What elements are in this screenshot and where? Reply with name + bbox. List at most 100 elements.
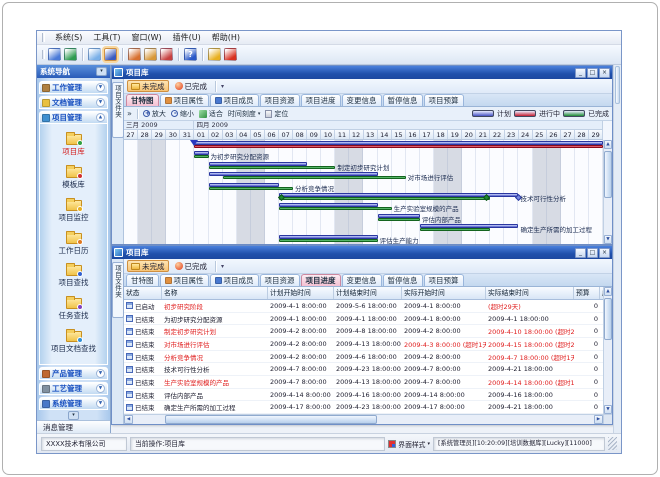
tab-project-resources[interactable]: 项目资源 <box>260 94 300 106</box>
sidebar-section-process-management[interactable]: 工艺管理▼ <box>39 382 108 395</box>
interface-style-button[interactable]: 界面样式 ▾ <box>388 439 430 449</box>
tab-project-budget[interactable]: 项目预算 <box>424 94 464 106</box>
chevron-down-icon[interactable]: ▼ <box>96 369 105 378</box>
maximize-button[interactable]: □ <box>587 248 598 258</box>
report-remove-icon[interactable] <box>160 48 173 61</box>
sidebar-section-document-management[interactable]: 文档管理▼ <box>39 96 108 109</box>
filter-unfinished-button[interactable]: 未完成 <box>127 80 169 92</box>
gantt-row[interactable]: 制定初步研究计划 <box>124 161 603 171</box>
report-add-icon[interactable] <box>128 48 141 61</box>
project-folder-tab[interactable]: 项目文件夹 <box>112 82 124 138</box>
filter-unfinished-button[interactable]: 未完成 <box>127 260 169 272</box>
gantt-row[interactable]: 确定生产所需的加工过程 <box>124 223 603 233</box>
table-row[interactable]: 已结束确定生产所需的加工过程2009-4-17 8:00:002009-4-23… <box>124 401 603 414</box>
sidebar-section-work-management[interactable]: 工作管理▼ <box>39 81 108 94</box>
maximize-button[interactable]: □ <box>587 68 598 78</box>
column-header[interactable]: 计划结束时间 <box>334 287 402 299</box>
exit-icon[interactable] <box>224 48 237 61</box>
help-icon[interactable]: ? <box>184 48 197 61</box>
tab-pause-info[interactable]: 暂停信息 <box>383 94 423 106</box>
project-folder-tab[interactable]: 项目文件夹 <box>112 262 124 318</box>
gantt-row[interactable] <box>124 140 603 150</box>
table-vscrollbar[interactable]: ▲▼ <box>603 287 612 414</box>
tab-gantt-chart[interactable]: 甘特图 <box>126 94 159 106</box>
globe-icon[interactable] <box>64 48 77 61</box>
menu-item[interactable]: 帮助(H) <box>211 32 241 43</box>
tab-pause-info[interactable]: 暂停信息 <box>383 274 423 286</box>
gantt-row[interactable]: 评估内部产品 <box>124 213 603 223</box>
chevron-down-icon[interactable]: ▼ <box>96 384 105 393</box>
column-header[interactable]: 预算 <box>574 287 600 299</box>
gantt-row[interactable]: 技术可行性分析 <box>124 192 603 202</box>
table-row[interactable]: 已结束评估内部产品2009-4-14 8:00:002009-4-16 18:0… <box>124 389 603 402</box>
gantt-row[interactable]: 为初步研究分配资源 <box>124 150 603 160</box>
table-hscrollbar[interactable]: ◀▶ <box>124 414 612 424</box>
gantt-window-titlebar[interactable]: 项目库_□× <box>112 66 612 79</box>
filter-overflow-button[interactable]: ▾ <box>221 83 224 90</box>
column-header[interactable]: 名称 <box>162 287 268 299</box>
chevron-up-icon[interactable]: ▲ <box>96 113 105 122</box>
tab-message-management[interactable]: 消息管理 <box>37 420 110 433</box>
tab-project-progress[interactable]: 项目进度 <box>301 274 341 286</box>
tab-project-progress[interactable]: 项目进度 <box>301 94 341 106</box>
sidebar-section-project-management[interactable]: 项目管理▲ <box>39 111 108 124</box>
sidebar-item-work-calendar[interactable]: 工作日历 <box>59 233 89 256</box>
scroll-up-icon[interactable]: ▲ <box>604 287 612 296</box>
menu-item[interactable]: 窗口(W) <box>130 32 162 43</box>
tab-project-members[interactable]: 项目成员 <box>210 274 259 286</box>
locate-button[interactable]: 定位 <box>265 109 288 119</box>
open-folder-icon[interactable] <box>88 48 101 61</box>
menu-item[interactable]: 系统(S) <box>54 32 83 43</box>
monitor-icon[interactable] <box>48 48 61 61</box>
toolbar-overflow-button[interactable]: » <box>127 109 132 118</box>
gantt-row[interactable]: 对市场进行评估 <box>124 171 603 181</box>
sidebar-item-project-search[interactable]: 项目查找 <box>59 265 89 288</box>
time-scale-button[interactable]: 时间刻度 ▾ <box>228 109 261 119</box>
close-button[interactable]: × <box>599 248 610 258</box>
minimize-button[interactable]: _ <box>575 248 586 258</box>
tab-gantt-chart[interactable]: 甘特图 <box>126 274 159 286</box>
sidebar-collapse-button[interactable]: ▾ <box>96 67 107 76</box>
column-header[interactable]: 状态 <box>124 287 162 299</box>
column-header[interactable]: 计划开始时间 <box>268 287 334 299</box>
scroll-left-icon[interactable]: ◀ <box>124 415 133 424</box>
report-edit-icon[interactable] <box>144 48 157 61</box>
table-row[interactable]: 已启动初步研究阶段2009-4-1 8:00:002009-5-6 18:00:… <box>124 300 603 313</box>
sidebar-item-template-library[interactable]: 模板库 <box>62 167 85 190</box>
scroll-up-icon[interactable]: ▲ <box>604 140 612 149</box>
sidebar-item-project-monitor[interactable]: 项目监控 <box>59 200 89 223</box>
scroll-right-icon[interactable]: ▶ <box>594 415 603 424</box>
fit-button[interactable]: 适合 <box>199 109 223 119</box>
filter-finished-button[interactable]: 已完成 <box>172 80 211 92</box>
zoom-in-button[interactable]: 放大 <box>143 109 166 119</box>
tab-change-info[interactable]: 变更信息 <box>342 274 382 286</box>
table-row[interactable]: 已结束分析竞争情况2009-4-2 8:00:002009-4-6 18:00:… <box>124 351 603 364</box>
sidebar-more-button[interactable]: ▾ <box>68 411 79 420</box>
table-row[interactable]: 已结束技术可行性分析2009-4-7 8:00:002009-4-23 18:0… <box>124 363 603 376</box>
column-header[interactable]: 实际结束时间 <box>486 287 574 299</box>
filter-overflow-button[interactable]: ▾ <box>221 263 224 270</box>
tab-project-properties[interactable]: 项目属性 <box>160 94 209 106</box>
menu-item[interactable]: 工具(T) <box>92 32 121 43</box>
tab-project-resources[interactable]: 项目资源 <box>260 274 300 286</box>
gantt-row[interactable]: 评估生产能力 <box>124 234 603 244</box>
chevron-down-icon[interactable]: ▼ <box>96 83 105 92</box>
mdi-scrollbar[interactable] <box>613 65 621 433</box>
sidebar-section-system-management[interactable]: 系统管理▼ <box>39 397 108 410</box>
chevron-down-icon[interactable]: ▼ <box>96 399 105 408</box>
sidebar-item-task-search[interactable]: 任务查找 <box>59 298 89 321</box>
zoom-out-button[interactable]: 缩小 <box>171 109 194 119</box>
minimize-button[interactable]: _ <box>575 68 586 78</box>
column-header[interactable]: 实际开始时间 <box>402 287 486 299</box>
table-window-titlebar[interactable]: 项目库_□× <box>112 246 612 259</box>
table-row[interactable]: 已结束对市场进行评估2009-4-2 8:00:002009-4-13 18:0… <box>124 338 603 351</box>
resize-grip[interactable] <box>608 437 617 450</box>
tab-project-members[interactable]: 项目成员 <box>210 94 259 106</box>
sidebar-item-project-doc-search[interactable]: 项目文档查找 <box>51 331 96 354</box>
lock-icon[interactable] <box>208 48 221 61</box>
gantt-vscrollbar[interactable]: ▲▼ <box>603 140 612 244</box>
tab-project-properties[interactable]: 项目属性 <box>160 274 209 286</box>
close-button[interactable]: × <box>599 68 610 78</box>
sidebar-section-product-management[interactable]: 产品管理▼ <box>39 367 108 380</box>
menu-item[interactable]: 插件(U) <box>172 32 202 43</box>
